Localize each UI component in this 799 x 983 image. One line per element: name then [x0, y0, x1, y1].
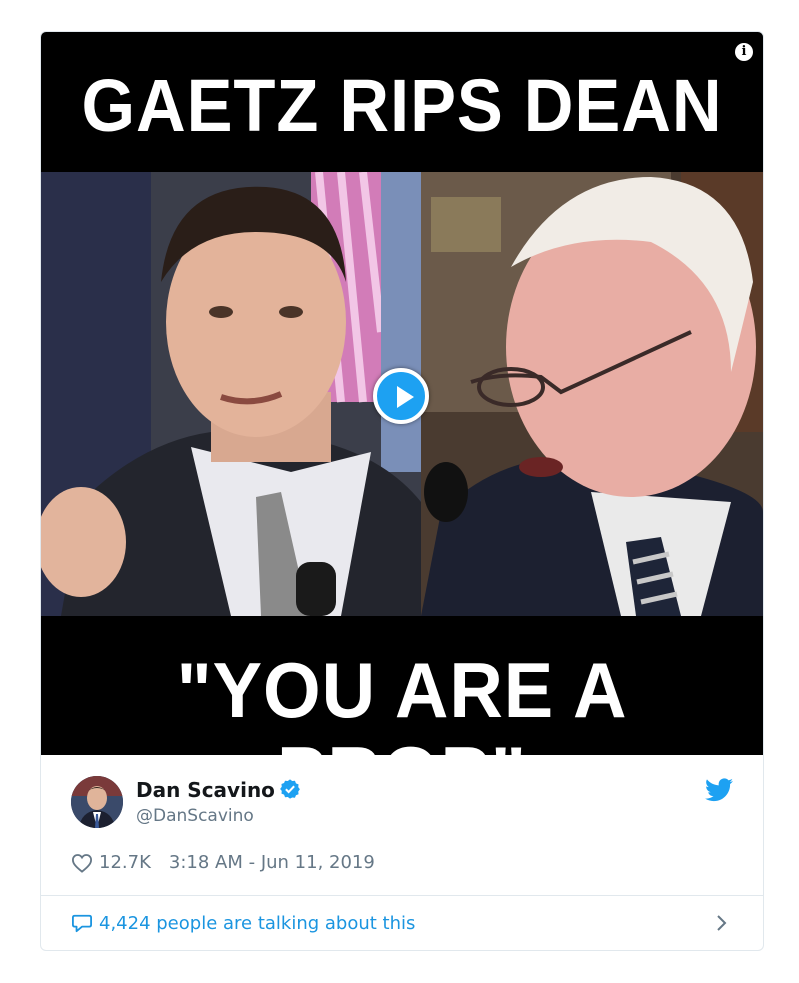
- embedded-tweet-card: GAETZ RIPS DEAN "YOU ARE A i Dan Scavino…: [40, 31, 764, 951]
- divider: [41, 895, 763, 896]
- info-icon[interactable]: i: [735, 43, 753, 61]
- tweet-timestamp[interactable]: 3:18 AM - Jun 11, 2019: [169, 852, 375, 873]
- like-count[interactable]: 12.7K: [99, 852, 151, 873]
- speech-bubble-icon: [72, 914, 92, 933]
- talking-count-text[interactable]: 4,424 people are talking about this: [99, 913, 415, 934]
- headline-top: GAETZ RIPS DEAN: [81, 64, 723, 147]
- avatar[interactable]: [71, 776, 123, 828]
- headline-bottom: "YOU ARE A PROP": [176, 646, 628, 755]
- author-handle[interactable]: @DanScavino: [136, 806, 254, 826]
- twitter-bird-icon[interactable]: [705, 778, 733, 802]
- video-thumbnail[interactable]: GAETZ RIPS DEAN "YOU ARE A i: [41, 32, 763, 755]
- tweet-meta: 12.7K 3:18 AM - Jun 11, 2019: [71, 852, 375, 873]
- play-icon[interactable]: [373, 368, 429, 424]
- heart-icon[interactable]: [71, 853, 93, 873]
- author-name[interactable]: Dan Scavino: [136, 778, 275, 802]
- talking-link[interactable]: 4,424 people are talking about this: [71, 908, 733, 938]
- verified-badge-icon: [280, 779, 300, 799]
- chevron-right-icon[interactable]: [715, 912, 729, 934]
